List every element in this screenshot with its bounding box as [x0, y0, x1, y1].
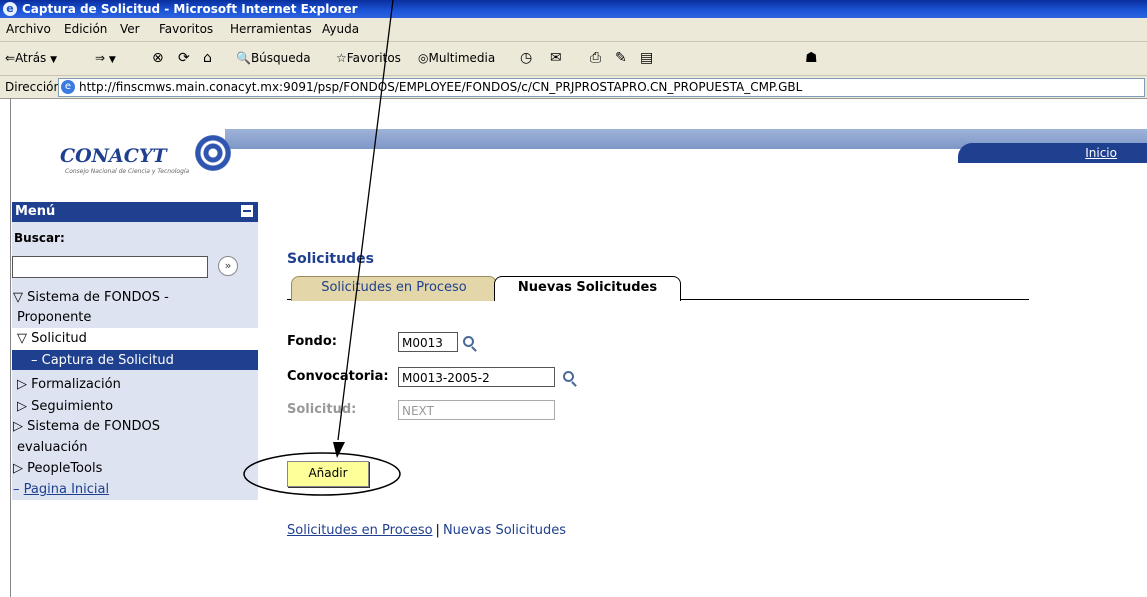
annotation-overlay	[243, 0, 401, 496]
annotation-ellipse	[243, 452, 401, 496]
annotation-arrowhead	[333, 442, 345, 458]
annotation-arrow-line	[337, 0, 394, 441]
